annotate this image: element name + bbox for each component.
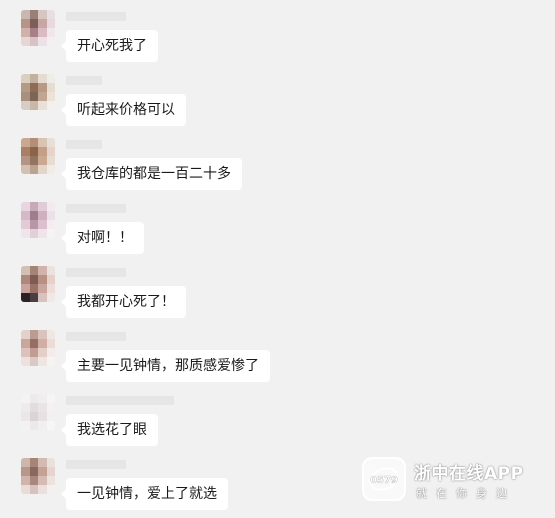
chat-message: 主要一见钟情，那质感爱惨了: [0, 330, 555, 390]
avatar[interactable]: [21, 458, 55, 494]
avatar[interactable]: [21, 10, 55, 46]
avatar[interactable]: [21, 330, 55, 366]
watermark-slogan: 就在你身边: [416, 487, 516, 500]
sender-name-blurred: [66, 460, 126, 469]
avatar[interactable]: [21, 202, 55, 238]
avatar[interactable]: [21, 138, 55, 174]
sender-name-blurred: [66, 12, 126, 21]
chat-message-list: 开心死我了 听起来价格可以 我仓库的都是一百二十多 对啊！！ 我都开心死了！ 主…: [0, 0, 555, 518]
chat-message: 开心死我了: [0, 10, 555, 70]
avatar[interactable]: [21, 74, 55, 110]
message-bubble: 听起来价格可以: [61, 94, 186, 126]
chat-message: 听起来价格可以: [0, 74, 555, 134]
message-bubble: 对啊！！: [61, 222, 144, 254]
message-bubble: 我选花了眼: [61, 414, 158, 446]
watermark-title: 浙中在线APP: [414, 464, 524, 484]
avatar[interactable]: [21, 266, 55, 302]
chat-message: 对啊！！: [0, 202, 555, 262]
chat-message: 我都开心死了！: [0, 266, 555, 326]
message-bubble: 一见钟情，爱上了就选: [61, 478, 228, 510]
message-bubble: 我都开心死了！: [61, 286, 186, 318]
message-bubble: 主要一见钟情，那质感爱惨了: [61, 350, 270, 382]
app-watermark: 0579 浙中在线APP 就在你身边: [360, 455, 550, 505]
app-logo-icon: 0579: [362, 457, 406, 501]
avatar[interactable]: [21, 394, 55, 430]
sender-name-blurred: [66, 140, 102, 149]
sender-name-blurred: [66, 268, 126, 277]
sender-name-blurred: [66, 396, 174, 405]
chat-message: 我仓库的都是一百二十多: [0, 138, 555, 198]
chat-message: 我选花了眼: [0, 394, 555, 454]
sender-name-blurred: [66, 204, 126, 213]
sender-name-blurred: [66, 332, 126, 341]
message-bubble: 我仓库的都是一百二十多: [61, 158, 242, 190]
message-bubble: 开心死我了: [61, 30, 158, 62]
svg-text:0579: 0579: [370, 475, 398, 486]
sender-name-blurred: [66, 76, 102, 85]
